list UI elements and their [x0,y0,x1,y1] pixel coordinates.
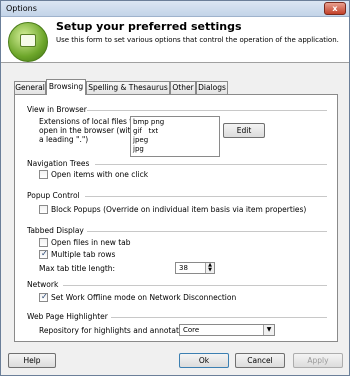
section-network: Network [27,280,59,289]
ok-button[interactable]: Ok [179,353,229,368]
apply-button[interactable]: Apply [293,353,343,368]
divider [95,164,327,165]
multiple-tab-rows-label: Multiple tab rows [51,250,116,259]
extension-line: bmp png [133,118,165,126]
open-new-tab-label: Open files in new tab [51,238,131,247]
window-title: Options [6,4,37,13]
section-tabbed-display: Tabbed Display [27,226,84,235]
help-button[interactable]: Help [8,353,56,368]
tab-other[interactable]: Other [170,81,196,94]
tab-general[interactable]: General [14,81,46,94]
work-offline-checkbox[interactable] [39,292,48,302]
header-banner: Setup your preferred settings Use this f… [1,17,349,63]
extensions-label-line3: a leading ".") [39,135,89,144]
edit-button[interactable]: Edit [223,123,265,138]
divider [87,110,327,111]
divider [87,231,327,232]
repository-value: Core [183,326,200,334]
extension-line: jpg [133,145,144,153]
title-bar: Options x [1,1,349,17]
section-web-page-highlighter: Web Page Highlighter [27,312,108,321]
divider [111,317,327,318]
header-title: Setup your preferred settings [56,20,242,33]
extension-line: jpeg [133,136,149,144]
section-popup-control: Popup Control [27,191,80,200]
cancel-button[interactable]: Cancel [235,353,285,368]
repository-label: Repository for highlights and annotation… [39,326,197,335]
section-navigation-trees: Navigation Trees [27,159,90,168]
max-tab-title-label: Max tab title length: [39,264,116,273]
tab-dialogs[interactable]: Dialogs [196,81,228,94]
settings-logo-icon [8,22,48,62]
open-one-click-checkbox[interactable] [39,170,48,179]
max-tab-title-spinner[interactable]: 38 ▲ ▼ [175,262,215,274]
block-popups-label: Block Popups (Override on individual ite… [51,205,307,214]
open-new-tab-checkbox[interactable] [39,238,48,247]
section-view-in-browser: View in Browser [27,105,87,114]
options-window: Options x Setup your preferred settings … [0,0,350,376]
work-offline-label: Set Work Offline mode on Network Disconn… [51,293,237,302]
divider [63,285,327,286]
tab-spelling-thesaurus[interactable]: Spelling & Thesaurus [86,81,170,94]
header-description: Use this form to set various options tha… [56,36,339,44]
divider [85,196,327,197]
tab-browsing[interactable]: Browsing [46,79,86,95]
repository-select[interactable]: Core ▼ [179,324,275,336]
spinner-arrows-icon[interactable]: ▲ ▼ [205,263,214,273]
extensions-textbox[interactable]: bmp png gif txt jpeg jpg [130,116,220,157]
extensions-label-line1: Extensions of local files to [39,117,137,126]
browsing-panel: View in Browser Extensions of local file… [14,94,338,342]
multiple-tab-rows-checkbox[interactable] [39,249,48,259]
chevron-down-icon[interactable]: ▼ [263,325,274,335]
max-tab-title-value: 38 [179,264,188,272]
block-popups-checkbox[interactable] [39,205,48,214]
close-button[interactable]: x [324,2,346,15]
extension-line: gif txt [133,127,159,135]
open-one-click-label: Open items with one click [51,170,149,179]
